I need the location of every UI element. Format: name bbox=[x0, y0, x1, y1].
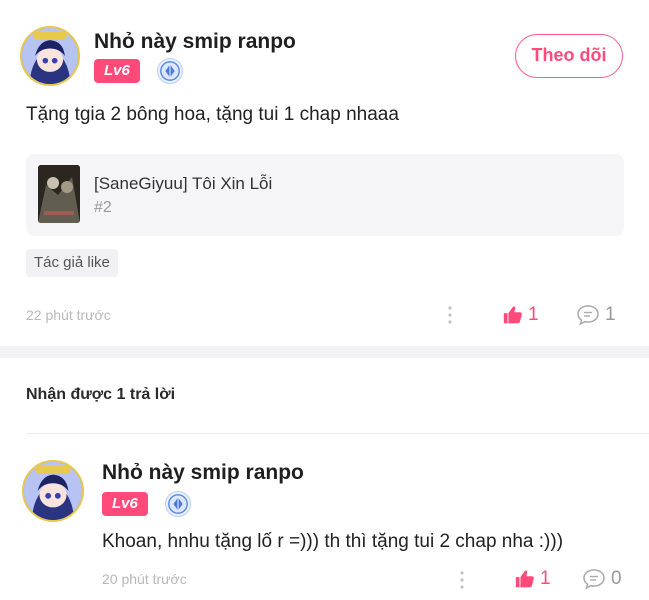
divider-line bbox=[26, 433, 649, 434]
comment-bubble-icon bbox=[583, 569, 605, 590]
blue-crystal-badge-icon bbox=[165, 491, 191, 517]
timestamp: 22 phút trước bbox=[26, 307, 111, 323]
story-title: [SaneGiyuu] Tôi Xin Lỗi bbox=[94, 174, 273, 193]
thumbs-up-icon bbox=[503, 306, 522, 324]
reply-like-count: 1 bbox=[540, 568, 551, 589]
section-divider bbox=[0, 346, 649, 358]
reply-timestamp: 20 phút trước bbox=[102, 571, 187, 587]
like-count: 1 bbox=[528, 304, 539, 325]
author-like-tag: Tác giả like bbox=[26, 249, 118, 277]
reply-level-badge: Lv6 bbox=[102, 492, 148, 516]
avatar[interactable] bbox=[20, 26, 80, 86]
username[interactable]: Nhỏ này smip ranpo bbox=[94, 30, 296, 54]
more-vertical-icon[interactable] bbox=[458, 570, 466, 590]
comment-count: 1 bbox=[605, 304, 616, 325]
comment-post: Nhỏ này smip ranpo Lv6 Theo dõi Tặng tgi… bbox=[0, 0, 649, 346]
story-card[interactable]: [SaneGiyuu] Tôi Xin Lỗi #2 bbox=[26, 154, 624, 236]
blue-crystal-badge-icon bbox=[157, 58, 183, 84]
story-cover-image bbox=[38, 165, 80, 223]
reply-comment-button[interactable]: 0 bbox=[582, 567, 626, 591]
like-button[interactable]: 1 bbox=[502, 303, 548, 327]
thumbs-up-icon bbox=[515, 570, 534, 588]
level-badge: Lv6 bbox=[94, 59, 140, 83]
comment-bubble-icon bbox=[577, 305, 599, 326]
reply-text: Khoan, hnhu tặng lố r =))) th thì tặng t… bbox=[102, 531, 564, 552]
reply-comment-count: 0 bbox=[611, 568, 622, 589]
more-vertical-icon[interactable] bbox=[446, 305, 454, 325]
comment-text: Tặng tgia 2 bông hoa, tặng tui 1 chap nh… bbox=[26, 104, 399, 125]
reply-username[interactable]: Nhỏ này smip ranpo bbox=[102, 461, 304, 485]
follow-button[interactable]: Theo dõi bbox=[515, 34, 623, 78]
replies-section-title: Nhận được 1 trả lời bbox=[26, 386, 176, 403]
reply-avatar[interactable] bbox=[22, 460, 84, 522]
reply-like-button[interactable]: 1 bbox=[514, 567, 560, 591]
story-chapter: #2 bbox=[94, 199, 112, 216]
comment-button[interactable]: 1 bbox=[576, 303, 620, 327]
